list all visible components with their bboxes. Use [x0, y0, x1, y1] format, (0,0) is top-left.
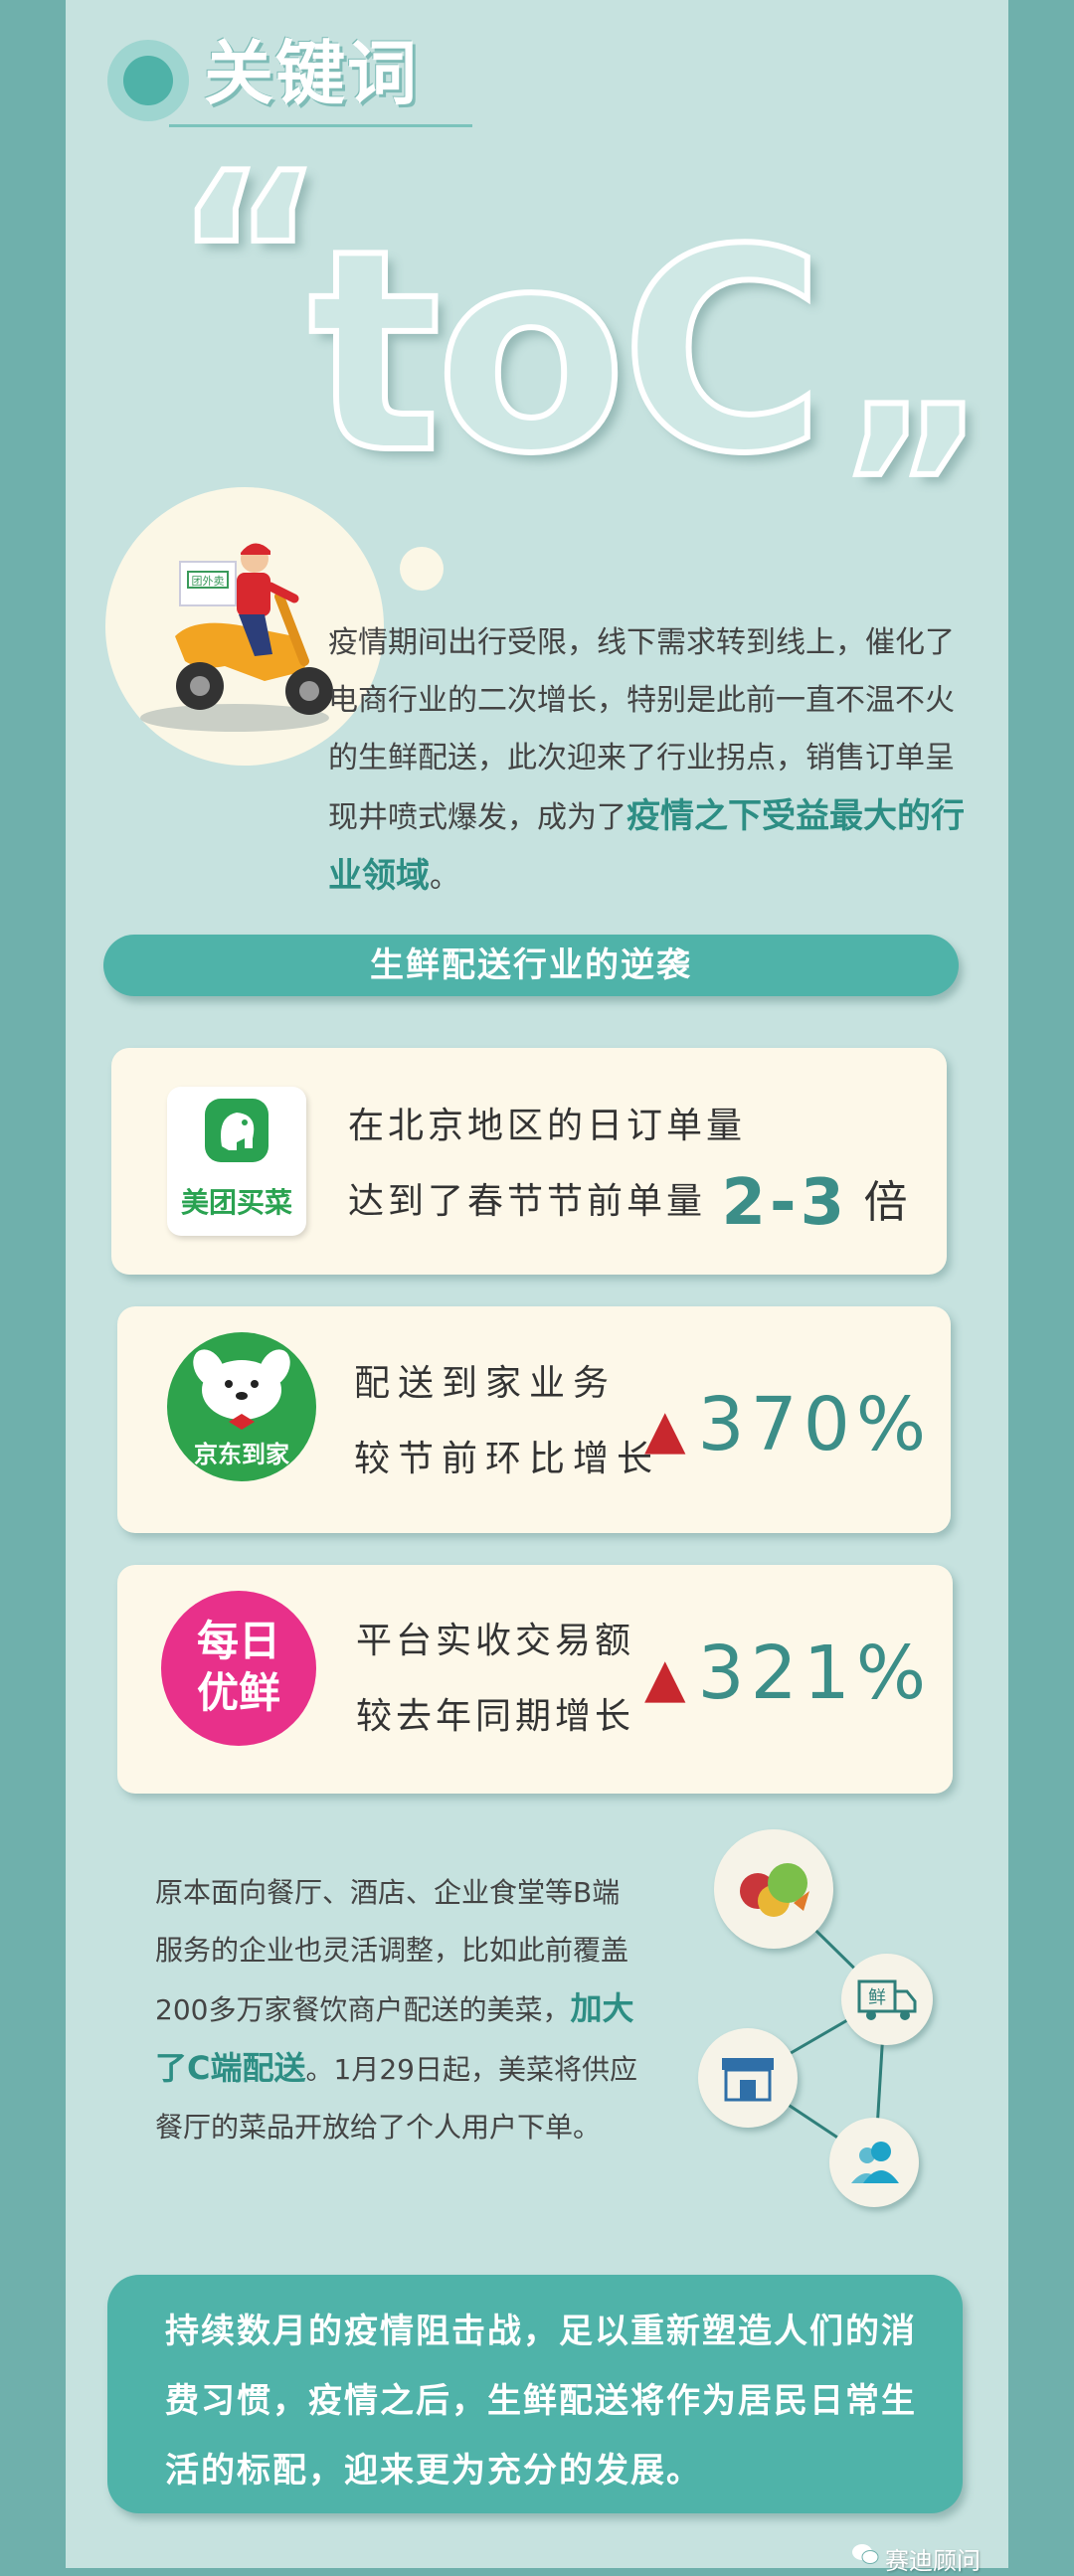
meicai-paragraph: 原本面向餐厅、酒店、企业食堂等B端服务的企业也灵活调整，比如此前覆盖200多万家… — [155, 1864, 642, 2156]
jd-line1: 配送到家业务 — [354, 1363, 618, 1404]
store-node — [698, 2028, 798, 2128]
store-icon — [722, 2058, 774, 2102]
elephant-icon — [205, 1099, 268, 1162]
wechat-icon — [852, 2544, 879, 2564]
meituan-logo-label: 美团买菜 — [180, 1186, 292, 1219]
conclusion-text: 持续数月的疫情阻击战，足以重新塑造人们的消费习惯，疫情之后，生鲜配送将作为居民日… — [165, 2312, 917, 2490]
up-triangle-icon: ▲ — [644, 1645, 692, 1709]
keyword-text: toC — [305, 191, 828, 515]
intro-text-part2: 。 — [430, 860, 459, 895]
watermark-text: 赛迪顾问 — [885, 2547, 981, 2575]
decorative-dot — [400, 547, 444, 591]
meituan-stat-text: 在北京地区的日订单量 达到了春节节前单量 2-3 倍 — [348, 1089, 912, 1241]
vegetables-node — [714, 1829, 833, 1949]
lower-text-part1: 原本面向餐厅、酒店、企业食堂等B端服务的企业也灵活调整，比如此前覆盖200多万家… — [155, 1876, 629, 2026]
jd-growth-percent: 370% — [697, 1382, 933, 1467]
jd-stat-text: 配送到家业务较节前环比增长 — [354, 1346, 660, 1497]
truck-label: 鲜 — [868, 1987, 886, 2008]
meituan-line2: 达到了春节节前单量 — [348, 1181, 707, 1222]
vegetables-icon — [740, 1863, 809, 1917]
header-dot-inner-icon — [123, 56, 173, 105]
missfresh-logo-line1: 每日 — [196, 1617, 280, 1665]
intro-paragraph: 疫情期间出行受限，线下需求转到线上，催化了电商行业的二次增长，特别是此前一直不温… — [328, 614, 975, 907]
scooter-box-label: 团外卖 — [192, 575, 225, 588]
page-title: 关键词 — [204, 33, 419, 114]
missfresh-logo-line2: 优鲜 — [196, 1668, 280, 1717]
missfresh-stat-value: ▲321% — [644, 1631, 932, 1716]
section-banner: 生鲜配送行业的逆袭 — [103, 935, 959, 996]
missfresh-line1: 平台实收交易额 — [356, 1621, 635, 1661]
jd-logo-label: 京东到家 — [194, 1441, 289, 1468]
meituan-multiplier: 2-3 — [721, 1166, 849, 1240]
close-quote-mark: ” — [832, 359, 988, 624]
users-icon — [851, 2142, 899, 2183]
missfresh-line2: 较去年同期增长 — [356, 1696, 635, 1737]
jd-stat-value: ▲370% — [644, 1382, 932, 1467]
missfresh-growth-percent: 321% — [697, 1631, 933, 1716]
missfresh-logo-label: 每日 优鲜 — [161, 1616, 316, 1719]
users-node — [829, 2118, 919, 2207]
truck-node: 鲜 — [841, 1954, 933, 2045]
jd-line2: 较节前环比增长 — [354, 1439, 661, 1479]
dog-mascot-icon — [193, 1349, 290, 1430]
delivery-truck-icon: 鲜 — [857, 1979, 917, 2020]
missfresh-stat-text: 平台实收交易额 较去年同期增长 — [356, 1604, 634, 1755]
meituan-line1: 在北京地区的日订单量 — [348, 1106, 747, 1146]
meituan-unit: 倍 — [863, 1177, 912, 1228]
open-quote-mark: “ — [171, 125, 327, 391]
up-triangle-icon: ▲ — [644, 1397, 692, 1460]
